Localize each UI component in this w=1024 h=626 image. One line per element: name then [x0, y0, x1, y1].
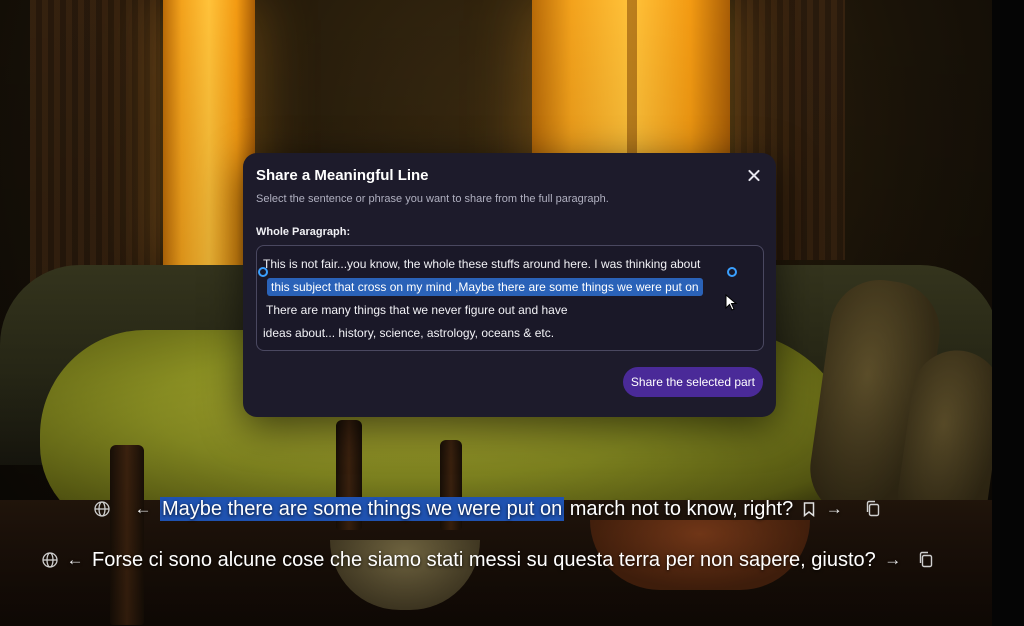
- paragraph-text-area[interactable]: This is not fair...you know, the whole t…: [256, 245, 764, 351]
- subtitle-translation: ← Forse ci sono alcune cose che siamo st…: [40, 545, 936, 575]
- share-selected-button[interactable]: Share the selected part: [622, 367, 763, 397]
- paragraph-label: Whole Paragraph:: [256, 226, 351, 238]
- share-line-dialog: Share a Meaningful Line Select the sente…: [243, 153, 776, 417]
- subtitle-selected-text[interactable]: Maybe there are some things we were put …: [160, 496, 565, 521]
- paragraph-line[interactable]: This is not fair...you know, the whole t…: [263, 257, 700, 271]
- selected-text[interactable]: this subject that cross on my mind ,Mayb…: [267, 278, 703, 296]
- paragraph-line[interactable]: ideas about... history, science, astrolo…: [263, 326, 554, 340]
- subtitle-primary: ← Maybe there are some things we were pu…: [92, 494, 883, 524]
- arrow-left-icon[interactable]: ←: [134, 499, 152, 519]
- subtitle-rest-text[interactable]: march not to know, right?: [564, 498, 793, 520]
- globe-icon[interactable]: [92, 499, 112, 519]
- arrow-right-icon[interactable]: →: [825, 499, 843, 519]
- arrow-left-icon[interactable]: ←: [66, 550, 84, 570]
- copy-icon[interactable]: [916, 550, 936, 570]
- subtitle-line[interactable]: Maybe there are some things we were put …: [160, 496, 793, 521]
- dialog-subtitle: Select the sentence or phrase you want t…: [256, 193, 609, 205]
- translation-line[interactable]: Forse ci sono alcune cose che siamo stat…: [92, 549, 876, 572]
- arrow-right-icon[interactable]: →: [884, 550, 902, 570]
- dialog-title: Share a Meaningful Line: [256, 167, 429, 184]
- globe-icon[interactable]: [40, 550, 60, 570]
- copy-icon[interactable]: [863, 499, 883, 519]
- selection-start-handle[interactable]: [258, 267, 268, 277]
- paragraph-line[interactable]: There are many things that we never figu…: [266, 303, 568, 317]
- selection-end-handle[interactable]: [727, 267, 737, 277]
- bookmark-icon[interactable]: [803, 501, 815, 517]
- paragraph-line-selected[interactable]: this subject that cross on my mind ,Mayb…: [267, 278, 703, 296]
- close-icon[interactable]: [744, 166, 764, 186]
